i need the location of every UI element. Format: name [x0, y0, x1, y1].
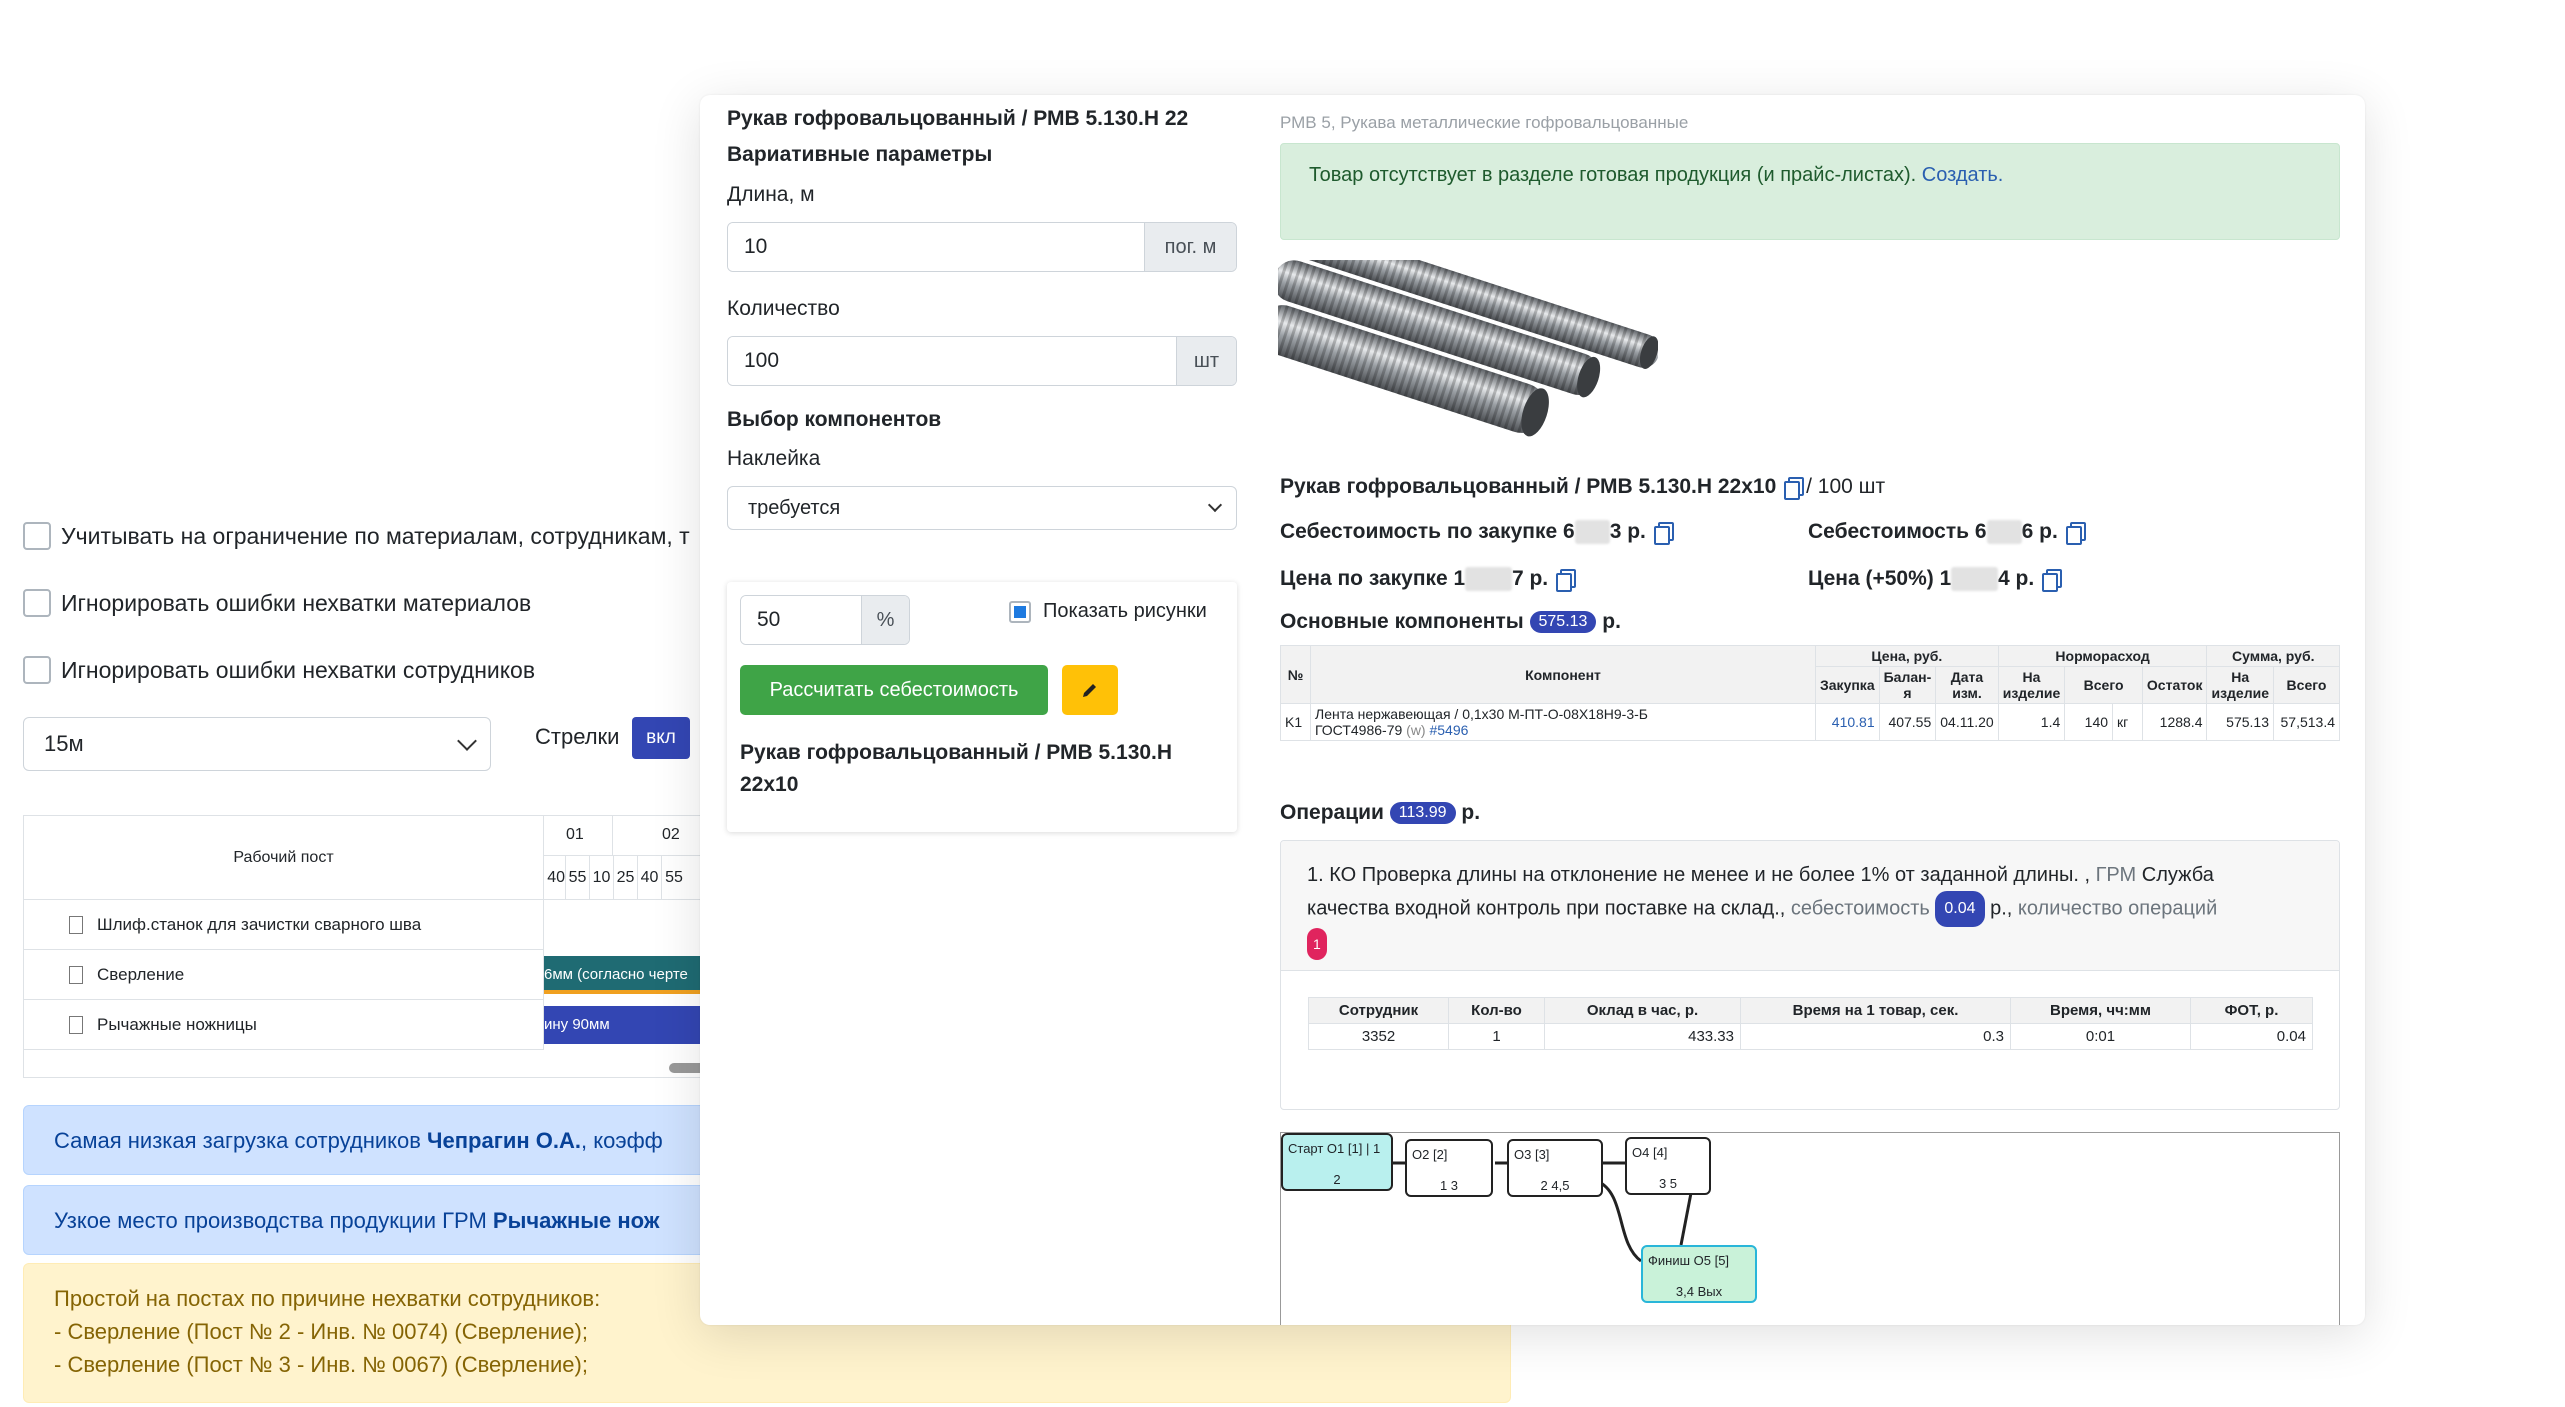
cost: Себестоимость 60006 р. [1808, 520, 2086, 546]
pencil-icon [1083, 684, 1096, 697]
chevron-down-icon [1207, 497, 1223, 512]
gantt-minute: 40 [638, 856, 662, 899]
cost-link[interactable]: себестоимость [1791, 897, 1930, 919]
price-markup: Цена (+50%) 100004 р. [1808, 567, 2063, 593]
qty-input-group: 100 шт [727, 336, 1237, 386]
file-icon [69, 1015, 83, 1034]
product-cost-modal: Рукав гофровальцованный / РМВ 5.130.Н 22… [700, 95, 2365, 1325]
gantt-minute: 40 [544, 856, 566, 899]
product-name-line: Рукав гофровальцованный / РМВ 5.130.Н 22… [1280, 475, 1886, 501]
count-link[interactable]: количество операций [2018, 897, 2217, 919]
checkbox-label: Учитывать на ограничение по материалам, … [61, 522, 690, 549]
edit-button[interactable] [1062, 665, 1118, 715]
breadcrumb: РМВ 5, Рукава металлические гофровальцов… [1280, 113, 1689, 132]
checkbox[interactable] [23, 589, 51, 617]
operations-sum-badge: 113.99 [1389, 802, 1456, 825]
checkbox-label: Игнорировать ошибки нехватки материалов [61, 589, 532, 616]
copy-icon[interactable] [1556, 569, 1577, 593]
calc-product-name: Рукав гофровальцованный / РМВ 5.130.Н 22… [740, 741, 1173, 796]
checkbox-label: Игнорировать ошибки нехватки сотрудников [61, 656, 536, 683]
percent-input-group: 50 % [740, 595, 910, 645]
option-limit-resources[interactable]: Учитывать на ограничение по материалам, … [23, 519, 690, 553]
gantt-minute: 55 [566, 856, 590, 899]
table-row: 3352 1 433.33 0.3 0:01 0.04 [1308, 1023, 2313, 1050]
cost-purchase: Себестоимость по закупке 60003 р. [1280, 520, 1674, 546]
copy-icon[interactable] [2042, 569, 2063, 593]
arrows-toggle[interactable]: вкл [632, 717, 690, 759]
flow-node-finish[interactable]: Финиш О5 [5] 3,4 Вых [1641, 1245, 1757, 1303]
main-components: Основные компоненты 575.13 р. [1280, 610, 1621, 634]
length-input[interactable]: 10 [728, 223, 1144, 271]
chevron-down-icon [457, 730, 477, 751]
operation-header: 1. КО Проверка длины на отклонение не ме… [1281, 841, 2339, 971]
operation-card: 1. КО Проверка длины на отклонение не ме… [1280, 840, 2340, 1110]
components-table: № Компонент Цена, руб. Норморасход Сумма… [1280, 645, 2340, 741]
flow-node-start[interactable]: Старт О1 [1] | 1 2 [1281, 1133, 1393, 1191]
component-link[interactable]: #5496 [1429, 722, 1468, 738]
show-images-option[interactable]: Показать рисунки [1009, 600, 1207, 623]
option-ignore-materials[interactable]: Игнорировать ошибки нехватки материалов [23, 586, 531, 620]
option-ignore-employees[interactable]: Игнорировать ошибки нехватки сотрудников [23, 653, 535, 687]
gantt-row: Рычажные ножницы [24, 1000, 544, 1050]
percent-unit: % [861, 596, 909, 644]
create-link[interactable]: Создать. [1922, 164, 2004, 186]
gantt-hour: 02 [662, 826, 680, 843]
gantt-minute: 55 [665, 869, 683, 886]
file-icon [69, 915, 83, 934]
gantt-header: Рабочий пост [24, 816, 544, 900]
gantt-row: Шлиф.станок для зачистки сварного шва [24, 900, 544, 950]
sticker-select[interactable]: требуется [727, 486, 1237, 530]
price-purchase: Цена по закупке 100007 р. [1280, 567, 1577, 593]
checkbox[interactable] [1009, 600, 1031, 623]
flow-node-o3[interactable]: О3 [3] 2 4,5 [1507, 1139, 1603, 1197]
gantt-minute: 25 [614, 856, 638, 899]
interval-select[interactable]: 15м [23, 717, 491, 771]
length-label: Длина, м [727, 183, 815, 206]
file-icon [69, 965, 83, 984]
qty-label: Количество [727, 297, 840, 320]
length-input-group: 10 пог. м [727, 222, 1237, 272]
calc-card: 50 % Показать рисунки Рассчитать себесто… [727, 582, 1237, 832]
product-title: Рукав гофровальцованный / РМВ 5.130.Н 22 [727, 107, 1189, 130]
qty-unit: шт [1176, 337, 1236, 385]
copy-icon[interactable] [1784, 477, 1805, 501]
length-unit: пог. м [1144, 223, 1236, 271]
calculate-cost-button[interactable]: Рассчитать себестоимость [740, 665, 1048, 715]
gantt-row: Сверление [24, 950, 544, 1000]
sticker-label: Наклейка [727, 447, 821, 470]
flow-node-o2[interactable]: О2 [2] 1 3 [1405, 1139, 1493, 1197]
components-title: Выбор компонентов [727, 408, 942, 431]
checkbox[interactable] [23, 656, 51, 684]
gantt-minute: 10 [590, 856, 614, 899]
variative-params-title: Вариативные параметры [727, 143, 993, 166]
copy-icon[interactable] [2065, 522, 2086, 546]
employees-table: Сотрудник Кол-во Оклад в час, р. Время н… [1308, 997, 2313, 1050]
table-row: K1 Лента нержавеющая / 0,1х30 М-ПТ-О-08Х… [1280, 703, 2340, 741]
flow-node-o4[interactable]: О4 [4] 3 5 [1625, 1137, 1711, 1195]
components-sum-badge: 575.13 [1529, 611, 1597, 634]
operations-title: Операции 113.99 р. [1280, 801, 1481, 825]
checkbox[interactable] [23, 522, 51, 550]
operation-count-badge: 1 [1307, 927, 1327, 960]
percent-input[interactable]: 50 [741, 596, 861, 644]
notice-alert: Товар отсутствует в разделе готовая прод… [1280, 143, 2340, 240]
arrows-label: Стрелки [535, 724, 620, 749]
gantt-hour: 01 [566, 826, 584, 843]
product-image [1278, 260, 1658, 437]
qty-input[interactable]: 100 [728, 337, 1176, 385]
copy-icon[interactable] [1653, 522, 1674, 546]
process-flow-diagram: Старт О1 [1] | 1 2 О2 [2] 1 3 О3 [3] 2 4… [1280, 1132, 2340, 1325]
